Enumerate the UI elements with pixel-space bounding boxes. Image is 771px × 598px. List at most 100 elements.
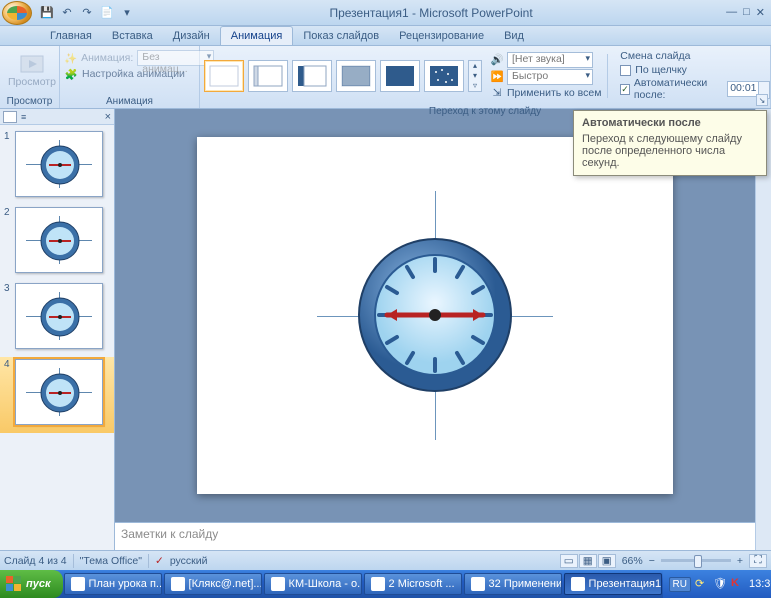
taskbar-item-icon [171,577,185,591]
clock[interactable]: 13:36 [749,578,771,590]
zoom-in[interactable]: + [737,555,743,567]
clock-image [357,237,513,393]
tray-sync-icon[interactable]: ⟳ [695,577,709,591]
gallery-more[interactable]: ▿ [469,81,481,91]
on-click-checkbox[interactable] [620,65,631,76]
thumb-2[interactable]: 2 [0,205,114,281]
tab-animation[interactable]: Анимация [220,26,294,45]
on-click-label: По щелчку [635,64,687,76]
fit-window[interactable]: ⛶ [749,554,767,568]
tab-design[interactable]: Дизайн [163,27,220,45]
auto-after-time[interactable]: 00:01 [727,81,760,97]
taskbar-item-label: 32 Применени... [489,578,562,590]
tray-shield-icon[interactable]: 🛡 [713,577,727,591]
transition-none[interactable] [204,60,244,92]
thumb-4[interactable]: 4 [0,357,114,433]
maximize-button[interactable]: □ [743,6,750,19]
animation-label: Анимация: [81,52,133,64]
status-slide: Слайд 4 из 4 [4,555,67,567]
taskbar-item-label: [Клякс@.net]... [189,578,262,590]
thumb-1[interactable]: 1 [0,129,114,205]
taskbar-item-icon [571,577,585,591]
status-theme: "Тема Office" [80,555,142,567]
taskbar-item-1[interactable]: [Клякс@.net]... [164,573,262,595]
close-pane-icon[interactable]: × [105,111,111,123]
taskbar-item-icon [71,577,85,591]
auto-after-checkbox[interactable]: ✓ [620,84,630,95]
print-icon[interactable]: 📄 [98,4,116,22]
thumb-number: 3 [4,283,12,294]
tray-k-icon[interactable]: K [731,577,745,591]
apply-all-button[interactable]: ⇲ Применить ко всем [490,86,601,100]
taskbar-item-5[interactable]: Презентация1 [564,573,662,595]
thumb-3[interactable]: 3 [0,281,114,357]
animation-combo-row: ✨ Анимация: Без анимац... [64,50,214,66]
zoom-out[interactable]: − [649,555,655,567]
lang-indicator[interactable]: RU [669,577,691,592]
minimize-button[interactable]: — [726,6,737,19]
tab-insert[interactable]: Вставка [102,27,163,45]
slides-tab-icon[interactable]: ≡ [21,112,26,122]
transition-cut[interactable] [292,60,332,92]
transition-fade[interactable] [248,60,288,92]
status-lang[interactable]: русский [170,555,208,567]
thumb-preview [15,131,103,197]
thumb-number: 1 [4,131,12,142]
transition-gallery[interactable]: ▴ ▾ ▿ [204,60,482,92]
speed-icon: ⏩ [490,70,504,84]
view-normal[interactable]: ▭ [560,554,578,568]
tab-view[interactable]: Вид [494,27,534,45]
redo-icon[interactable]: ↷ [78,4,96,22]
close-button[interactable]: ✕ [756,6,765,19]
undo-icon[interactable]: ↶ [58,4,76,22]
animation-icon: ✨ [64,51,77,65]
tab-home[interactable]: Главная [40,27,102,45]
apply-all-label: Применить ко всем [507,87,601,99]
custom-animation-button[interactable]: 🧩 Настройка анимации [64,67,214,81]
slide-canvas[interactable] [197,137,673,494]
gallery-down[interactable]: ▾ [469,71,481,81]
gallery-up[interactable]: ▴ [469,61,481,71]
tooltip: Автоматически после Переход к следующему… [573,110,767,176]
taskbar-item-icon [371,577,385,591]
zoom-value[interactable]: 66% [622,555,643,567]
start-label: пуск [26,578,51,590]
thumb-preview [15,359,103,425]
view-slideshow[interactable]: ▣ [598,554,616,568]
zoom-slider[interactable] [661,559,731,562]
advance-header: Смена слайда [620,50,760,62]
taskbar-item-0[interactable]: План урока п... [64,573,162,595]
taskbar-item-icon [271,577,285,591]
transition-wipe[interactable] [336,60,376,92]
auto-after-label: Автоматически после: [634,77,723,101]
outline-tab-icon[interactable] [3,111,17,123]
tooltip-body: Переход к следующему слайду после опреде… [582,133,758,169]
qat-more-icon[interactable]: ▾ [118,4,136,22]
group-animation-label: Анимация [60,95,199,108]
custom-animation-icon: 🧩 [64,67,78,81]
thumb-number: 4 [4,359,12,370]
tab-review[interactable]: Рецензирование [389,27,494,45]
windows-logo-icon [6,576,22,592]
start-button[interactable]: пуск [0,570,63,598]
taskbar-item-label: Презентация1 [589,578,662,590]
office-button[interactable] [2,1,32,25]
taskbar-item-4[interactable]: 32 Применени... [464,573,562,595]
spellcheck-icon[interactable]: ✓ [155,555,164,567]
taskbar-item-3[interactable]: 2 Microsoft ... [364,573,462,595]
notes-pane[interactable]: Заметки к слайду [115,522,755,550]
transition-push[interactable] [380,60,420,92]
transition-launcher[interactable]: ↘ [756,94,768,106]
taskbar-item-label: КМ-Школа - о... [289,578,362,590]
tab-slideshow[interactable]: Показ слайдов [293,27,389,45]
transition-dissolve[interactable] [424,60,464,92]
sound-combo[interactable]: [Нет звука] [507,52,593,68]
taskbar-item-2[interactable]: КМ-Школа - о... [264,573,362,595]
preview-label: Просмотр [8,76,56,88]
tooltip-title: Автоматически после [582,117,758,129]
group-preview-label: Просмотр [0,95,59,108]
view-sorter[interactable]: ▦ [579,554,597,568]
save-icon[interactable]: 💾 [38,4,56,22]
speed-combo[interactable]: Быстро [507,69,593,85]
taskbar-item-label: План урока п... [89,578,162,590]
